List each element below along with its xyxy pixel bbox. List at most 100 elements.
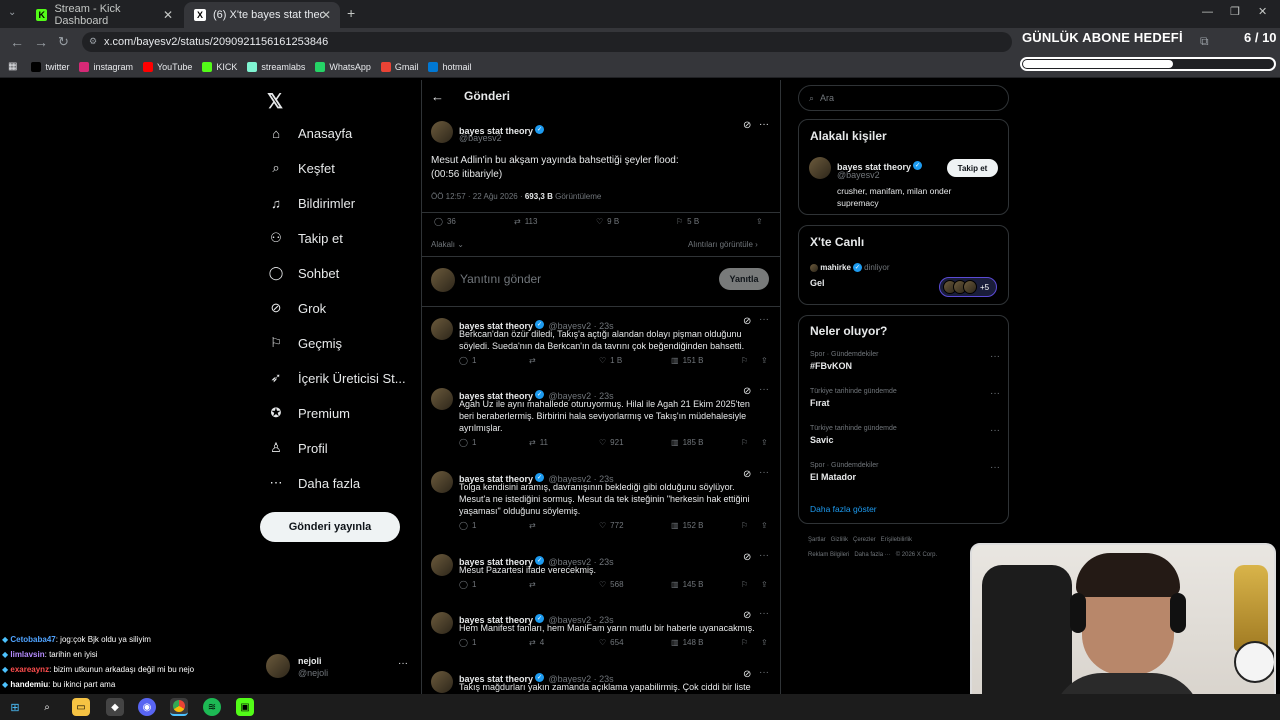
nav-item-follow[interactable]: ⚇ Takip et	[268, 230, 343, 246]
minimize-icon[interactable]: —	[1202, 6, 1213, 18]
reply-action[interactable]: ◯ 1	[459, 638, 476, 647]
trend-item[interactable]: Spor · Gündemdekiler El Matador ···	[810, 462, 1000, 482]
nav-item-profile[interactable]: ♙ Profil	[268, 440, 327, 456]
more-icon[interactable]: ···	[990, 388, 1000, 399]
reply-tweet[interactable]: bayes stat theory ✓ @bayesv2 · 23s ⊘ ··· …	[431, 608, 771, 669]
nav-item-bookmark[interactable]: ⚐ Geçmiş	[268, 335, 342, 351]
more-icon[interactable]: ···	[398, 658, 408, 669]
account-switcher[interactable]: nejoli @nejoli ···	[266, 654, 411, 680]
views-action[interactable]: ▥ 151 B	[671, 356, 703, 365]
more-icon[interactable]: ···	[759, 384, 769, 395]
reply-tweet[interactable]: bayes stat theory ✓ @bayesv2 · 23s ⊘ ··· …	[431, 667, 771, 693]
kick-app-icon[interactable]: ▣	[236, 698, 254, 716]
like-action[interactable]: ♡ 568	[599, 580, 624, 589]
bookmark-icon[interactable]: ⚐	[741, 638, 748, 647]
retweet-action[interactable]: ⇄	[529, 580, 540, 589]
bookmark-action[interactable]: ⚐ 5 B	[676, 217, 699, 226]
live-listeners[interactable]: +5	[939, 277, 997, 297]
forward-icon[interactable]: →	[34, 34, 48, 50]
retweet-action[interactable]: ⇄ 113	[514, 217, 537, 226]
reply-tweet[interactable]: bayes stat theory ✓ @bayesv2 · 23s ⊘ ··· …	[431, 384, 771, 469]
nav-item-home[interactable]: ⌂ Anasayfa	[268, 125, 352, 141]
retweet-action[interactable]: ⇄ 11	[529, 438, 548, 447]
bookmark-item[interactable]: Gmail	[380, 61, 418, 72]
bookmark-item[interactable]: WhatsApp	[315, 61, 371, 72]
nav-item-grok[interactable]: ⊘ Grok	[268, 300, 327, 316]
share-icon[interactable]: ⇪	[761, 521, 768, 530]
tab-x-post[interactable]: X (6) X'te bayes stat theory: "Mes ✕	[184, 2, 340, 28]
like-action[interactable]: ♡ 654	[599, 638, 624, 647]
grok-icon[interactable]: ⊘	[743, 120, 751, 131]
reload-icon[interactable]: ↻	[58, 34, 69, 50]
x-logo-icon[interactable]: 𝕏	[267, 89, 283, 114]
like-action[interactable]: ♡ 1 B	[599, 356, 622, 365]
trend-item[interactable]: Türkiye tarihinde gündemde Savic ···	[810, 425, 1000, 445]
avatar[interactable]	[809, 157, 831, 179]
bookmark-item[interactable]: instagram	[79, 61, 133, 72]
url-bar[interactable]: ⚙ x.com/bayesv2/status/20909211561612538…	[82, 32, 1012, 52]
bookmark-item[interactable]: twitter	[31, 61, 69, 72]
more-icon[interactable]: ···	[759, 119, 769, 130]
avatar[interactable]	[431, 671, 453, 693]
grok-icon[interactable]: ⊘	[743, 386, 751, 397]
avatar[interactable]	[431, 388, 453, 410]
reply-action[interactable]: ◯ 1	[459, 580, 476, 589]
views-action[interactable]: ▥ 185 B	[671, 438, 703, 447]
footer-links[interactable]: Reklam Bilgileri Daha fazla ··· © 2026 X…	[808, 552, 937, 558]
trend-item[interactable]: Türkiye tarihinde gündemde Fırat ···	[810, 388, 1000, 408]
bookmark-icon[interactable]: ⚐	[741, 438, 748, 447]
more-icon[interactable]: ···	[759, 667, 769, 678]
chrome-icon[interactable]	[170, 698, 188, 716]
follow-button[interactable]: Takip et	[947, 159, 998, 177]
views-action[interactable]: ▥ 148 B	[671, 638, 703, 647]
close-icon[interactable]: ✕	[163, 8, 173, 22]
grok-icon[interactable]: ⊘	[743, 552, 751, 563]
back-icon[interactable]: ←	[10, 34, 24, 50]
avatar[interactable]	[431, 554, 453, 576]
nav-item-search[interactable]: ⌕ Keşfet	[268, 160, 335, 176]
reply-action[interactable]: ◯ 1	[459, 356, 476, 365]
reply-action[interactable]: ◯ 36	[434, 217, 456, 226]
bookmark-icon[interactable]: ⚐	[741, 580, 748, 589]
nav-item-more[interactable]: ⋯ Daha fazla	[268, 475, 361, 491]
discord-icon[interactable]: ◉	[138, 698, 156, 716]
new-tab-icon[interactable]: +	[347, 5, 355, 21]
share-icon[interactable]: ⇪	[761, 638, 768, 647]
site-info-icon[interactable]: ⚙	[89, 36, 97, 47]
reply-action[interactable]: ◯ 1	[459, 521, 476, 530]
grok-icon[interactable]: ⊘	[743, 669, 751, 680]
reply-tweet[interactable]: bayes stat theory ✓ @bayesv2 · 23s ⊘ ··· …	[431, 550, 771, 610]
more-icon[interactable]: ···	[759, 608, 769, 619]
share-icon[interactable]: ⇪	[756, 217, 763, 226]
views-action[interactable]: ▥ 145 B	[671, 580, 703, 589]
avatar[interactable]	[431, 318, 453, 340]
bookmark-icon[interactable]: ⚐	[741, 356, 748, 365]
nav-item-bell[interactable]: ♫ Bildirimler	[268, 195, 355, 211]
reply-tweet[interactable]: bayes stat theory ✓ @bayesv2 · 23s ⊘ ··· …	[431, 467, 771, 552]
reply-action[interactable]: ◯ 1	[459, 438, 476, 447]
close-icon[interactable]: ✕	[321, 8, 331, 22]
share-icon[interactable]: ⇪	[761, 580, 768, 589]
footer-links[interactable]: Şartlar Gizlilik Çerezler Erişilebilirli…	[808, 537, 912, 543]
more-icon[interactable]: ···	[759, 467, 769, 478]
nav-item-chat[interactable]: ◯ Sohbet	[268, 265, 339, 281]
related-filter[interactable]: Alakalı ⌄	[431, 240, 464, 249]
avatar[interactable]	[431, 612, 453, 634]
grok-icon[interactable]: ⊘	[743, 610, 751, 621]
avatar[interactable]	[431, 471, 453, 493]
view-quotes-link[interactable]: Alıntıları görüntüle ›	[688, 240, 758, 249]
grok-icon[interactable]: ⊘	[743, 316, 751, 327]
like-action[interactable]: ♡ 9 B	[596, 217, 619, 226]
retweet-action[interactable]: ⇄	[529, 356, 540, 365]
reply-input[interactable]: Yanıtını gönder	[460, 272, 541, 286]
restore-icon[interactable]: ❐	[1230, 5, 1240, 18]
nav-item-rocket[interactable]: ➶ İçerik Üreticisi St...	[268, 370, 406, 386]
more-icon[interactable]: ···	[759, 550, 769, 561]
apps-grid-icon[interactable]: ▦	[8, 61, 17, 72]
show-more-link[interactable]: Daha fazla göster	[810, 504, 877, 514]
more-icon[interactable]: ···	[759, 314, 769, 325]
bookmark-item[interactable]: KICK	[202, 61, 237, 72]
more-icon[interactable]: ···	[990, 462, 1000, 473]
nav-item-premium[interactable]: ✪ Premium	[268, 405, 350, 421]
back-arrow-icon[interactable]: ←	[431, 89, 444, 104]
